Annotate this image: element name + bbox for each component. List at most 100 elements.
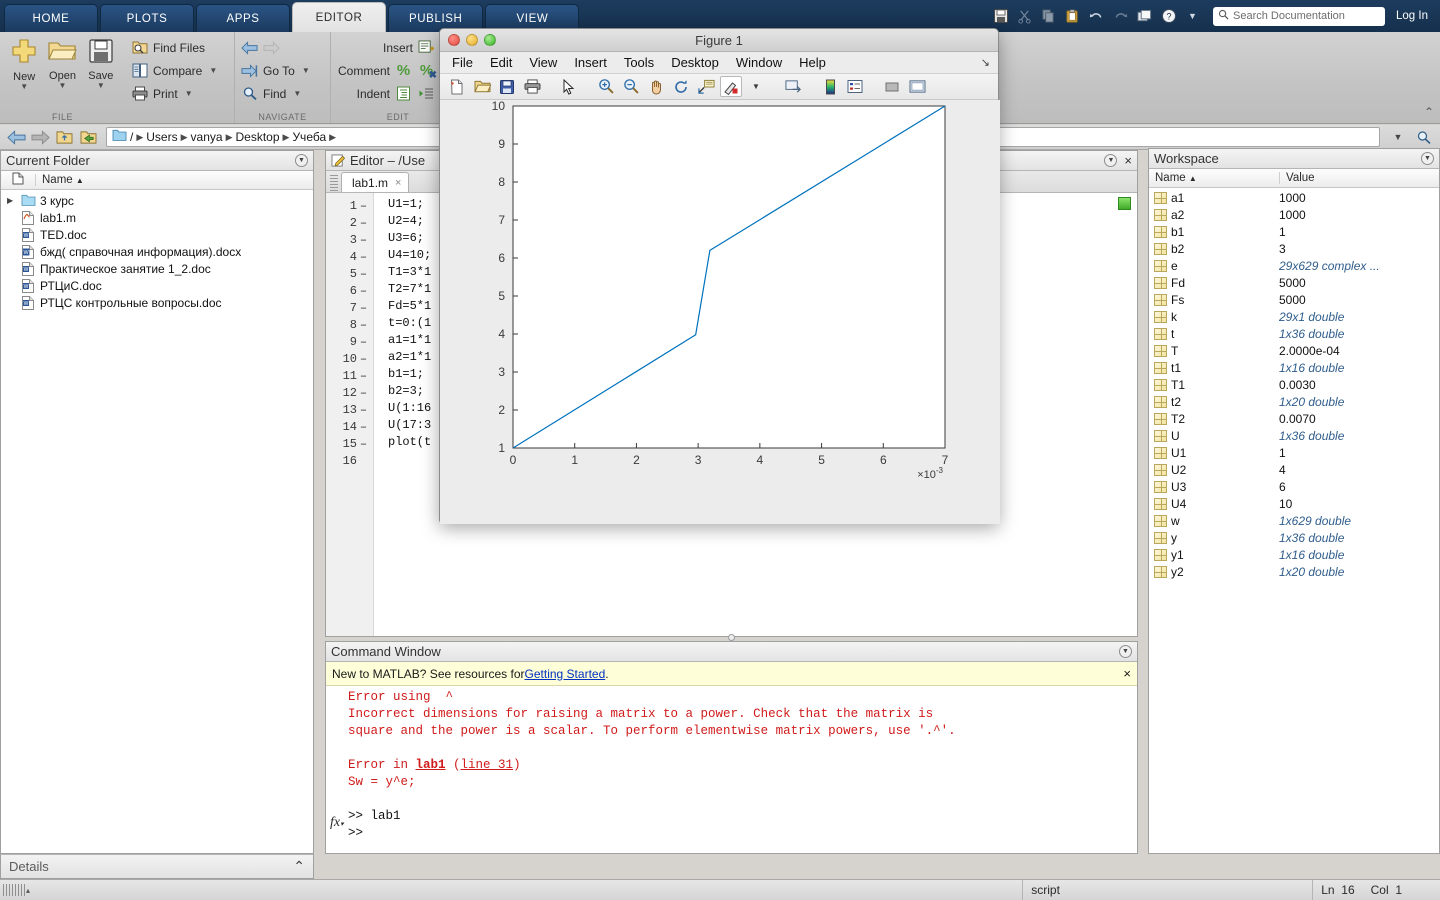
search-documentation-input[interactable]: Search Documentation	[1213, 7, 1385, 26]
chevron-down-icon[interactable]: ▼	[302, 66, 310, 75]
show-plot-tools-icon[interactable]	[906, 76, 928, 97]
menu-desktop[interactable]: Desktop	[671, 55, 719, 70]
menu-edit[interactable]: Edit	[490, 55, 512, 70]
rotate-3d-icon[interactable]	[670, 76, 692, 97]
list-item[interactable]: lab1.m	[1, 209, 313, 226]
table-row[interactable]: U11	[1149, 444, 1439, 461]
breadcrumb-vanya[interactable]: vanya	[191, 130, 223, 144]
back-icon[interactable]	[6, 127, 26, 147]
close-icon[interactable]: ×	[1124, 153, 1132, 168]
copy-icon[interactable]	[1039, 7, 1058, 26]
new-button[interactable]: New ▼	[6, 35, 42, 91]
close-icon[interactable]: ×	[395, 177, 401, 189]
editor-tab-lab1[interactable]: lab1.m ×	[341, 172, 409, 192]
new-figure-icon[interactable]	[446, 76, 468, 97]
ribbon-tab-plots[interactable]: PLOTS	[100, 4, 194, 32]
getting-started-link[interactable]: Getting Started	[525, 667, 606, 681]
command-prompt[interactable]: >>	[348, 826, 1137, 843]
forward-arrow-icon[interactable]	[263, 39, 280, 56]
table-row[interactable]: a21000	[1149, 206, 1439, 223]
undo-icon[interactable]	[1087, 7, 1106, 26]
up-folder-icon[interactable]	[54, 127, 74, 147]
panel-options-icon[interactable]: ▼	[1104, 154, 1117, 167]
menu-insert[interactable]: Insert	[574, 55, 607, 70]
back-arrow-icon[interactable]	[241, 39, 258, 56]
menu-help[interactable]: Help	[799, 55, 826, 70]
table-row[interactable]: k29x1 double	[1149, 308, 1439, 325]
chevron-down-icon[interactable]: ▼	[745, 76, 767, 97]
code-analyzer-status-icon[interactable]	[1118, 197, 1131, 210]
menu-window[interactable]: Window	[736, 55, 782, 70]
figure-canvas[interactable]: 01234567 12345678910 ×10-3	[440, 100, 998, 522]
login-button[interactable]: Log In	[1396, 10, 1432, 22]
table-row[interactable]: e29x629 complex ...	[1149, 257, 1439, 274]
table-row[interactable]: Fs5000	[1149, 291, 1439, 308]
name-column-header[interactable]: Name ▲	[1149, 172, 1279, 184]
ribbon-tab-apps[interactable]: APPS	[196, 4, 290, 32]
chevron-down-icon[interactable]: ▼	[59, 82, 67, 90]
find-files-button[interactable]: Find Files	[131, 37, 228, 58]
switch-windows-icon[interactable]	[1135, 7, 1154, 26]
table-row[interactable]: w1x629 double	[1149, 512, 1439, 529]
chevron-down-icon[interactable]: ▼	[97, 82, 105, 90]
splitter-knob[interactable]	[728, 634, 735, 641]
breadcrumb-root[interactable]: /	[130, 130, 133, 144]
cut-icon[interactable]	[1015, 7, 1034, 26]
chevron-down-icon[interactable]: ▼	[185, 89, 193, 98]
table-row[interactable]: T2.0000e-04	[1149, 342, 1439, 359]
chevron-down-icon[interactable]: ▼	[1183, 7, 1202, 26]
chevron-up-icon[interactable]: ▴	[26, 886, 30, 895]
breadcrumb-users[interactable]: Users	[146, 130, 177, 144]
data-cursor-icon[interactable]	[695, 76, 717, 97]
table-row[interactable]: b11	[1149, 223, 1439, 240]
chevron-up-icon[interactable]: ⌃	[293, 858, 305, 875]
paste-icon[interactable]	[1063, 7, 1082, 26]
details-panel[interactable]: Details ⌃	[0, 854, 314, 879]
drag-handle[interactable]	[330, 175, 338, 192]
brush-icon[interactable]	[720, 76, 742, 97]
open-button[interactable]: Open ▼	[44, 35, 80, 91]
table-row[interactable]: y1x36 double	[1149, 529, 1439, 546]
table-row[interactable]: U1x36 double	[1149, 427, 1439, 444]
menu-file[interactable]: File	[452, 55, 473, 70]
fx-icon[interactable]: fx▾	[330, 815, 344, 831]
panel-options-icon[interactable]: ▼	[295, 154, 308, 167]
expand-menu-icon[interactable]: ↘	[981, 56, 990, 69]
expand-arrow-icon[interactable]: ▶	[7, 196, 20, 205]
table-row[interactable]: t21x20 double	[1149, 393, 1439, 410]
redo-icon[interactable]	[1111, 7, 1130, 26]
list-item[interactable]: W Практическое занятие 1_2.doc	[1, 260, 313, 277]
compare-button[interactable]: Compare ▼	[131, 60, 228, 81]
list-item[interactable]: W бжд( справочная информация).docx	[1, 243, 313, 260]
list-item[interactable]: ▶ 3 курс	[1, 192, 313, 209]
link-data-icon[interactable]	[782, 76, 804, 97]
pan-icon[interactable]	[645, 76, 667, 97]
comment-icon[interactable]: %	[394, 62, 413, 80]
ribbon-tab-editor[interactable]: EDITOR	[292, 2, 386, 32]
list-item[interactable]: W РТЦиС.doc	[1, 277, 313, 294]
table-row[interactable]: y11x16 double	[1149, 546, 1439, 563]
help-icon[interactable]: ?	[1159, 7, 1178, 26]
collapse-ribbon-icon[interactable]: ⌃	[1424, 105, 1434, 119]
error-line-link[interactable]: line 31	[461, 758, 514, 772]
save-button[interactable]: Save ▼	[83, 35, 119, 91]
search-folder-icon[interactable]	[1414, 127, 1434, 147]
find-button[interactable]: Find ▼	[241, 83, 324, 104]
chevron-down-icon[interactable]: ▼	[209, 66, 217, 75]
error-function-link[interactable]: lab1	[416, 758, 446, 772]
table-row[interactable]: b23	[1149, 240, 1439, 257]
value-column-header[interactable]: Value	[1279, 172, 1427, 184]
editor-command-splitter[interactable]	[325, 633, 1138, 641]
browse-folder-icon[interactable]	[78, 127, 98, 147]
colorbar-icon[interactable]	[819, 76, 841, 97]
panel-options-icon[interactable]: ▼	[1421, 152, 1434, 165]
list-item[interactable]: W РТЦС контрольные вопросы.doc	[1, 294, 313, 311]
smart-indent-icon[interactable]	[394, 85, 413, 103]
chevron-down-icon[interactable]: ▼	[293, 89, 301, 98]
print-figure-icon[interactable]	[521, 76, 543, 97]
ribbon-tab-home[interactable]: HOME	[4, 4, 98, 32]
command-window-output[interactable]: fx▾ Error using ^ Incorrect dimensions f…	[326, 687, 1137, 853]
table-row[interactable]: U410	[1149, 495, 1439, 512]
close-icon[interactable]: ×	[1123, 666, 1131, 681]
table-row[interactable]: T10.0030	[1149, 376, 1439, 393]
